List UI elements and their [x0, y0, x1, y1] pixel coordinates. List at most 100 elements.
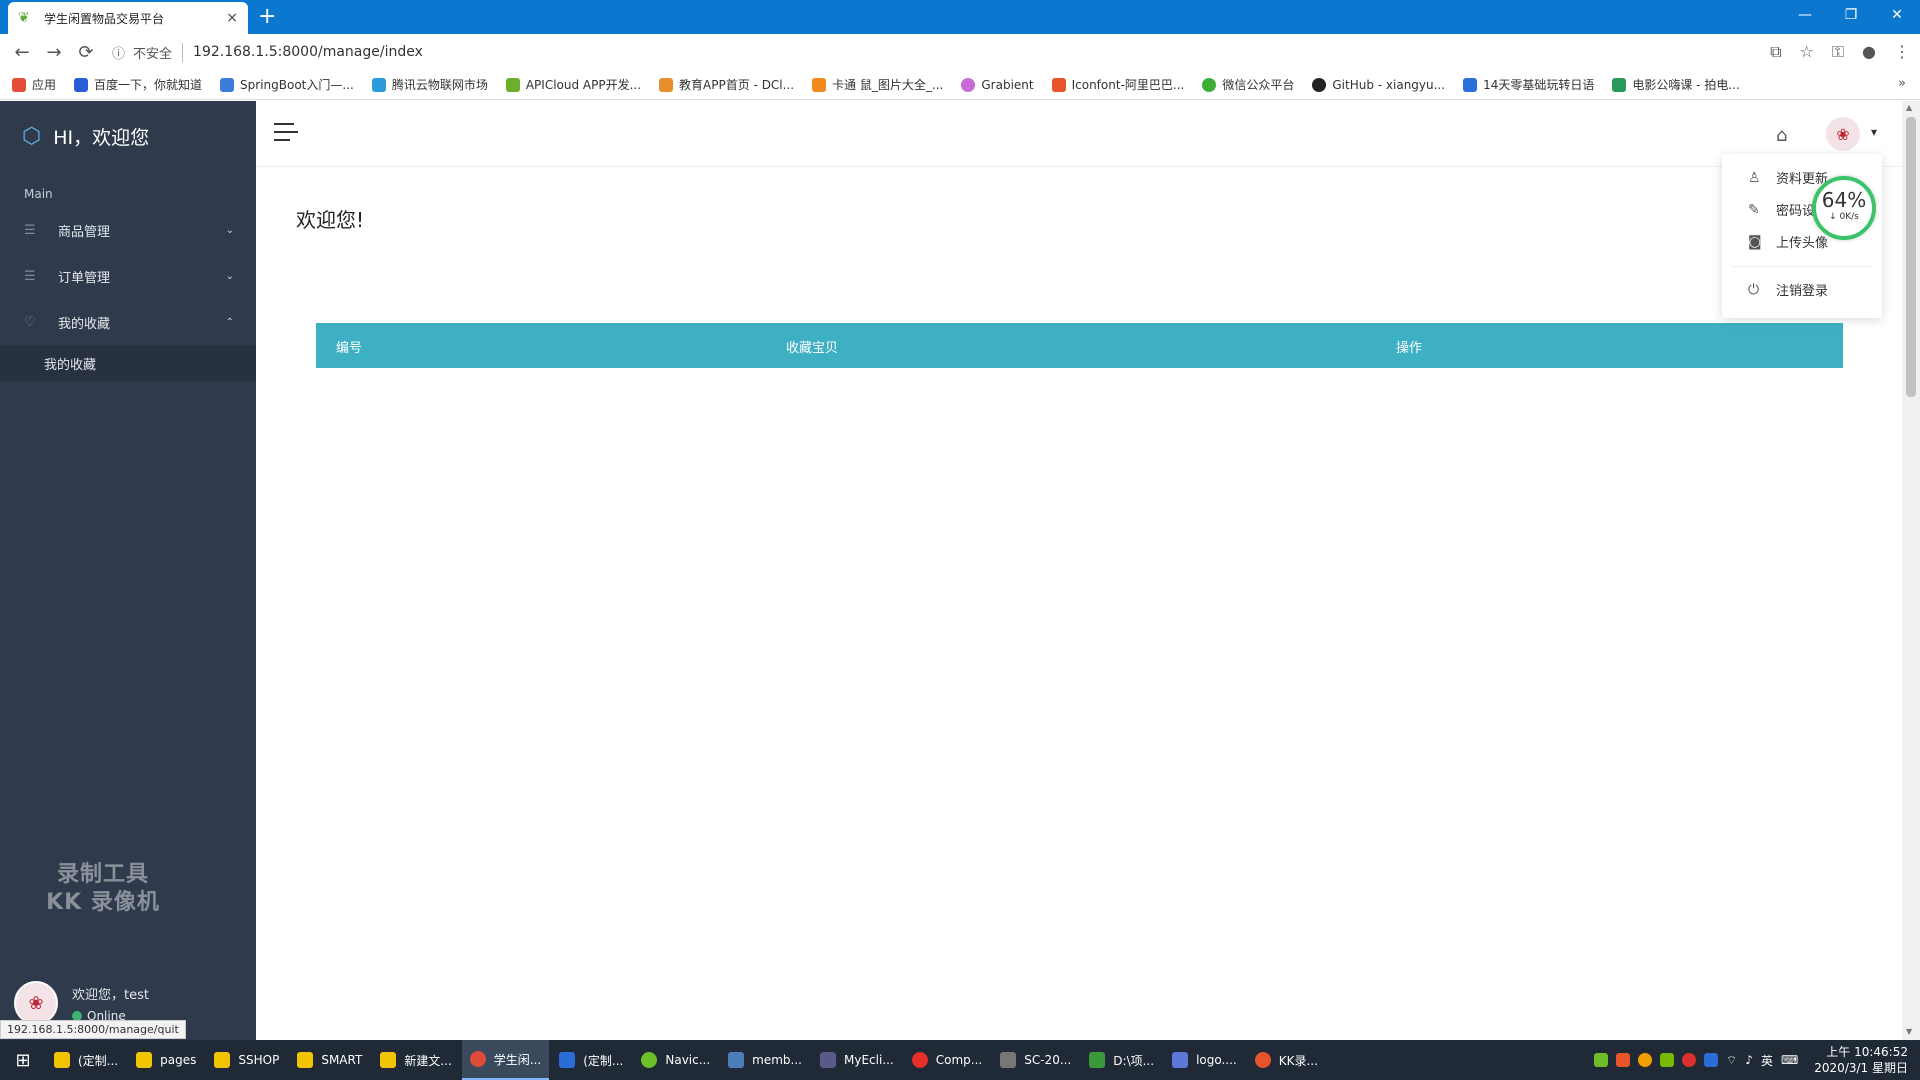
bookmark-item[interactable]: 教育APP首页 - DCl...: [659, 76, 794, 93]
chrome-icon: [469, 1051, 486, 1067]
tray-app-icon[interactable]: [1593, 1053, 1608, 1067]
taskbar-item[interactable]: SSHOP: [206, 1040, 287, 1080]
column-header-id: 编号: [336, 341, 363, 356]
forward-button[interactable]: →: [38, 42, 70, 63]
online-dot-icon: [72, 1010, 82, 1021]
chevron-down-icon[interactable]: ▾: [1871, 125, 1877, 139]
profile-icon[interactable]: ●: [1862, 42, 1876, 62]
minimize-button[interactable]: —: [1782, 0, 1828, 30]
bookmark-favicon-icon: [812, 77, 827, 92]
brand[interactable]: ⬡ HI，欢迎您: [0, 101, 256, 171]
bookmark-item[interactable]: 微信公众平台: [1202, 76, 1294, 93]
menu-divider: [1732, 266, 1872, 267]
keyboard-icon[interactable]: ⌨: [1781, 1053, 1798, 1067]
restore-button[interactable]: ❐: [1828, 0, 1874, 30]
chevron-down-icon: ⌄: [225, 270, 234, 282]
tray-app-icon[interactable]: [1681, 1053, 1696, 1067]
url-field[interactable]: ⓘ 不安全 192.168.1.5:8000/manage/index: [112, 38, 1792, 66]
scroll-down-icon[interactable]: ▼: [1906, 1027, 1912, 1036]
tool-icon: [1000, 1052, 1017, 1068]
info-icon[interactable]: ⓘ: [112, 43, 125, 62]
sidebar-item-goods[interactable]: ☰ 商品管理 ⌄: [0, 207, 256, 253]
taskbar-item[interactable]: (定制...: [551, 1040, 631, 1080]
bookmark-item[interactable]: APICloud APP开发...: [505, 76, 641, 93]
taskbar-item-active[interactable]: 学生闲...: [461, 1040, 550, 1080]
bookmark-item[interactable]: 电影公嗨课 - 拍电...: [1612, 76, 1740, 93]
star-icon[interactable]: ☆: [1800, 42, 1814, 62]
back-button[interactable]: ←: [6, 42, 38, 63]
bookmark-item[interactable]: GitHub - xiangyu...: [1312, 77, 1445, 92]
tray-app-icon[interactable]: [1659, 1053, 1674, 1067]
menu-dots-icon[interactable]: ⋮: [1894, 42, 1910, 62]
clock[interactable]: 上午 10:46:52 2020/3/1 星期日: [1814, 1044, 1908, 1076]
security-label: 不安全: [133, 42, 184, 62]
bookmark-item[interactable]: Grabient: [961, 77, 1034, 92]
header-avatar[interactable]: ❀: [1826, 117, 1860, 151]
bookmark-item[interactable]: 应用: [12, 76, 56, 93]
close-window-button[interactable]: ✕: [1874, 0, 1920, 30]
taskbar-item[interactable]: Navic...: [633, 1040, 718, 1080]
sidebar-item-orders[interactable]: ☰ 订单管理 ⌄: [0, 253, 256, 299]
bluetooth-icon[interactable]: [1703, 1053, 1718, 1067]
menu-item-upload-avatar[interactable]: ◙ 上传头像: [1748, 232, 1828, 252]
welcome-heading: 欢迎您!: [296, 208, 365, 232]
new-tab-button[interactable]: +: [258, 4, 276, 30]
power-icon: ⏻: [1748, 281, 1760, 298]
network-speed-widget[interactable]: 64% ↓ 0K/s: [1812, 176, 1876, 240]
bookmark-item[interactable]: 百度一下，你就知道: [74, 76, 202, 93]
bookmark-favicon-icon: [659, 77, 674, 92]
scroll-up-icon[interactable]: ▲: [1906, 103, 1912, 112]
bookmark-item[interactable]: 14天零基础玩转日语: [1463, 76, 1594, 93]
network-icon[interactable]: ⌔: [1726, 1053, 1737, 1068]
bookmark-favicon-icon: [1612, 77, 1627, 92]
bookmark-item[interactable]: SpringBoot入门—...: [220, 76, 354, 93]
wechat-icon: [1202, 77, 1217, 92]
bookmark-favicon-icon: [961, 77, 976, 92]
sidebar-item-favorites[interactable]: ♡ 我的收藏 ⌃: [0, 299, 256, 345]
windows-start-icon[interactable]: ⊞: [0, 1050, 46, 1071]
taskbar-item[interactable]: D:\项...: [1081, 1040, 1162, 1080]
scroll-thumb[interactable]: [1906, 117, 1916, 397]
windows-taskbar: ⊞ (定制... pages SSHOP SMART 新建文... 学生闲...…: [0, 1040, 1920, 1080]
bookmark-favicon-icon: [371, 77, 386, 92]
input-language[interactable]: 英: [1761, 1052, 1773, 1069]
taskbar-item[interactable]: (定制...: [46, 1040, 126, 1080]
bookmark-item[interactable]: Iconfont-阿里巴巴...: [1051, 76, 1184, 93]
page-scrollbar[interactable]: ▲ ▼: [1902, 101, 1920, 1040]
menu-item-profile-update[interactable]: ♙ 资料更新: [1748, 168, 1828, 188]
taskbar-item[interactable]: KK录...: [1247, 1040, 1326, 1080]
apps-icon: [12, 77, 26, 92]
taskbar-item[interactable]: SC-20...: [992, 1040, 1079, 1080]
avatar[interactable]: ❀: [14, 981, 58, 1025]
taskbar-item[interactable]: SMART: [289, 1040, 370, 1080]
hamburger-icon[interactable]: [274, 123, 298, 147]
translate-icon[interactable]: ⧉: [1770, 42, 1781, 62]
bookmark-item[interactable]: 腾讯云物联网市场: [371, 76, 488, 93]
taskbar-item[interactable]: Comp...: [904, 1040, 990, 1080]
status-bar-url: 192.168.1.5:8000/manage/quit: [0, 1020, 186, 1039]
browser-tab[interactable]: ❦ 学生闲置物品交易平台 ×: [8, 2, 248, 34]
tab-title: 学生闲置物品交易平台: [44, 11, 165, 26]
bookmark-item[interactable]: 卡通 鼠_图片大全_...: [812, 76, 943, 93]
tray-app-icon[interactable]: [1637, 1053, 1652, 1067]
bookmark-favicon-icon: [1463, 77, 1478, 92]
reload-button[interactable]: ⟳: [70, 42, 102, 63]
tray-app-icon[interactable]: [1615, 1053, 1630, 1067]
home-icon[interactable]: ⌂: [1776, 125, 1787, 146]
list-icon: ☰: [24, 222, 36, 238]
taskbar-item[interactable]: memb...: [720, 1040, 810, 1080]
column-header-actions: 操作: [1396, 341, 1423, 356]
chevron-down-icon: ⌄: [225, 224, 234, 236]
key-icon[interactable]: ⚿: [1832, 42, 1844, 62]
taskbar-item[interactable]: logo....: [1164, 1040, 1245, 1080]
sidebar-subitem-my-favorites[interactable]: 我的收藏: [0, 345, 256, 381]
volume-icon[interactable]: ♪: [1745, 1053, 1753, 1067]
taskbar-item[interactable]: MyEcli...: [812, 1040, 902, 1080]
user-greeting: 欢迎您，test: [72, 987, 149, 1003]
taskbar-item[interactable]: pages: [128, 1040, 204, 1080]
taskbar-item[interactable]: 新建文...: [372, 1040, 459, 1080]
close-tab-icon[interactable]: ×: [226, 10, 238, 26]
url-text[interactable]: 192.168.1.5:8000/manage/index: [193, 44, 423, 60]
bookmarks-more-icon[interactable]: »: [1898, 76, 1906, 91]
menu-item-logout[interactable]: ⏻ 注销登录: [1748, 280, 1828, 300]
